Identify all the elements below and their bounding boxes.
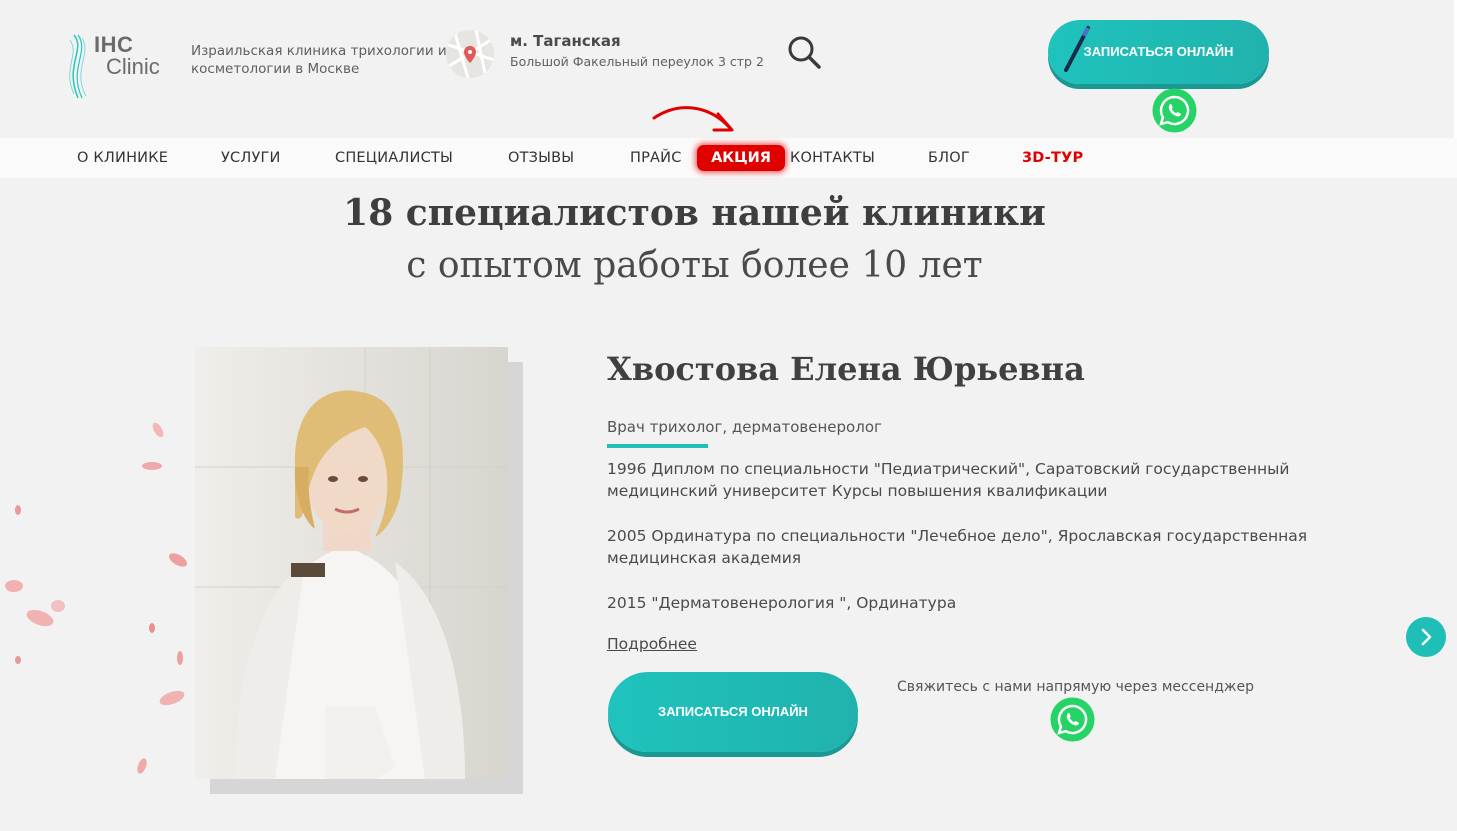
- education-item: 2005 Ординатура по специальности "Лечебн…: [607, 527, 1308, 567]
- education-item: 2015 "Дерматовенерология ", Ординатура: [607, 594, 957, 612]
- nav-item-specialists[interactable]: СПЕЦИАЛИСТЫ: [335, 150, 453, 166]
- nav-item-reviews[interactable]: ОТЗЫВЫ: [508, 150, 574, 166]
- clinic-logo[interactable]: IHC Clinic: [66, 30, 176, 100]
- role-underline: [607, 444, 708, 448]
- petals-decoration: [5, 422, 188, 774]
- whatsapp-icon[interactable]: [1152, 88, 1197, 133]
- messenger-prompt: Свяжитесь с нами напрямую через мессендж…: [897, 679, 1254, 695]
- clinic-address: Большой Факельный переулок 3 стр 2: [510, 54, 764, 69]
- more-details-link[interactable]: Подробнее: [607, 635, 697, 653]
- doctor-photo: [195, 347, 508, 779]
- nav-item-3d-tour[interactable]: 3D-ТУР: [1022, 150, 1083, 166]
- search-icon[interactable]: [786, 34, 822, 70]
- map-pin-icon: [446, 30, 494, 78]
- section-subtitle: с опытом работы более 10 лет: [406, 245, 983, 286]
- arrow-pointer-icon: [652, 106, 734, 132]
- map-thumbnail[interactable]: [446, 30, 494, 78]
- pen-icon: [1060, 24, 1094, 74]
- doctor-name: Хвостова Елена Юрьевна: [607, 350, 1085, 388]
- logo-text-clinic: Clinic: [106, 54, 160, 79]
- nav-item-about[interactable]: О КЛИНИКЕ: [77, 150, 168, 166]
- chevron-right-icon: [1421, 628, 1432, 646]
- metro-station: м. Таганская: [510, 32, 621, 50]
- clinic-tagline: Израильская клиника трихологии и космето…: [191, 43, 447, 77]
- doctor-role: Врач трихолог, дерматовенеролог: [607, 418, 882, 436]
- nav-item-promo[interactable]: АКЦИЯ: [697, 145, 785, 171]
- nav-item-blog[interactable]: БЛОГ: [928, 150, 970, 166]
- section-title: 18 специалистов нашей клиники: [343, 192, 1046, 234]
- next-slide-button[interactable]: [1406, 617, 1446, 657]
- nav-item-services[interactable]: УСЛУГИ: [221, 150, 281, 166]
- education-item: 1996 Диплом по специальности "Педиатриче…: [607, 460, 1290, 500]
- whatsapp-icon[interactable]: [1050, 697, 1095, 742]
- book-online-button[interactable]: ЗАПИСАТЬСЯ ОНЛАЙН: [608, 672, 858, 752]
- nav-item-contacts[interactable]: КОНТАКТЫ: [790, 150, 875, 166]
- nav-item-prices[interactable]: ПРАЙС: [630, 150, 682, 166]
